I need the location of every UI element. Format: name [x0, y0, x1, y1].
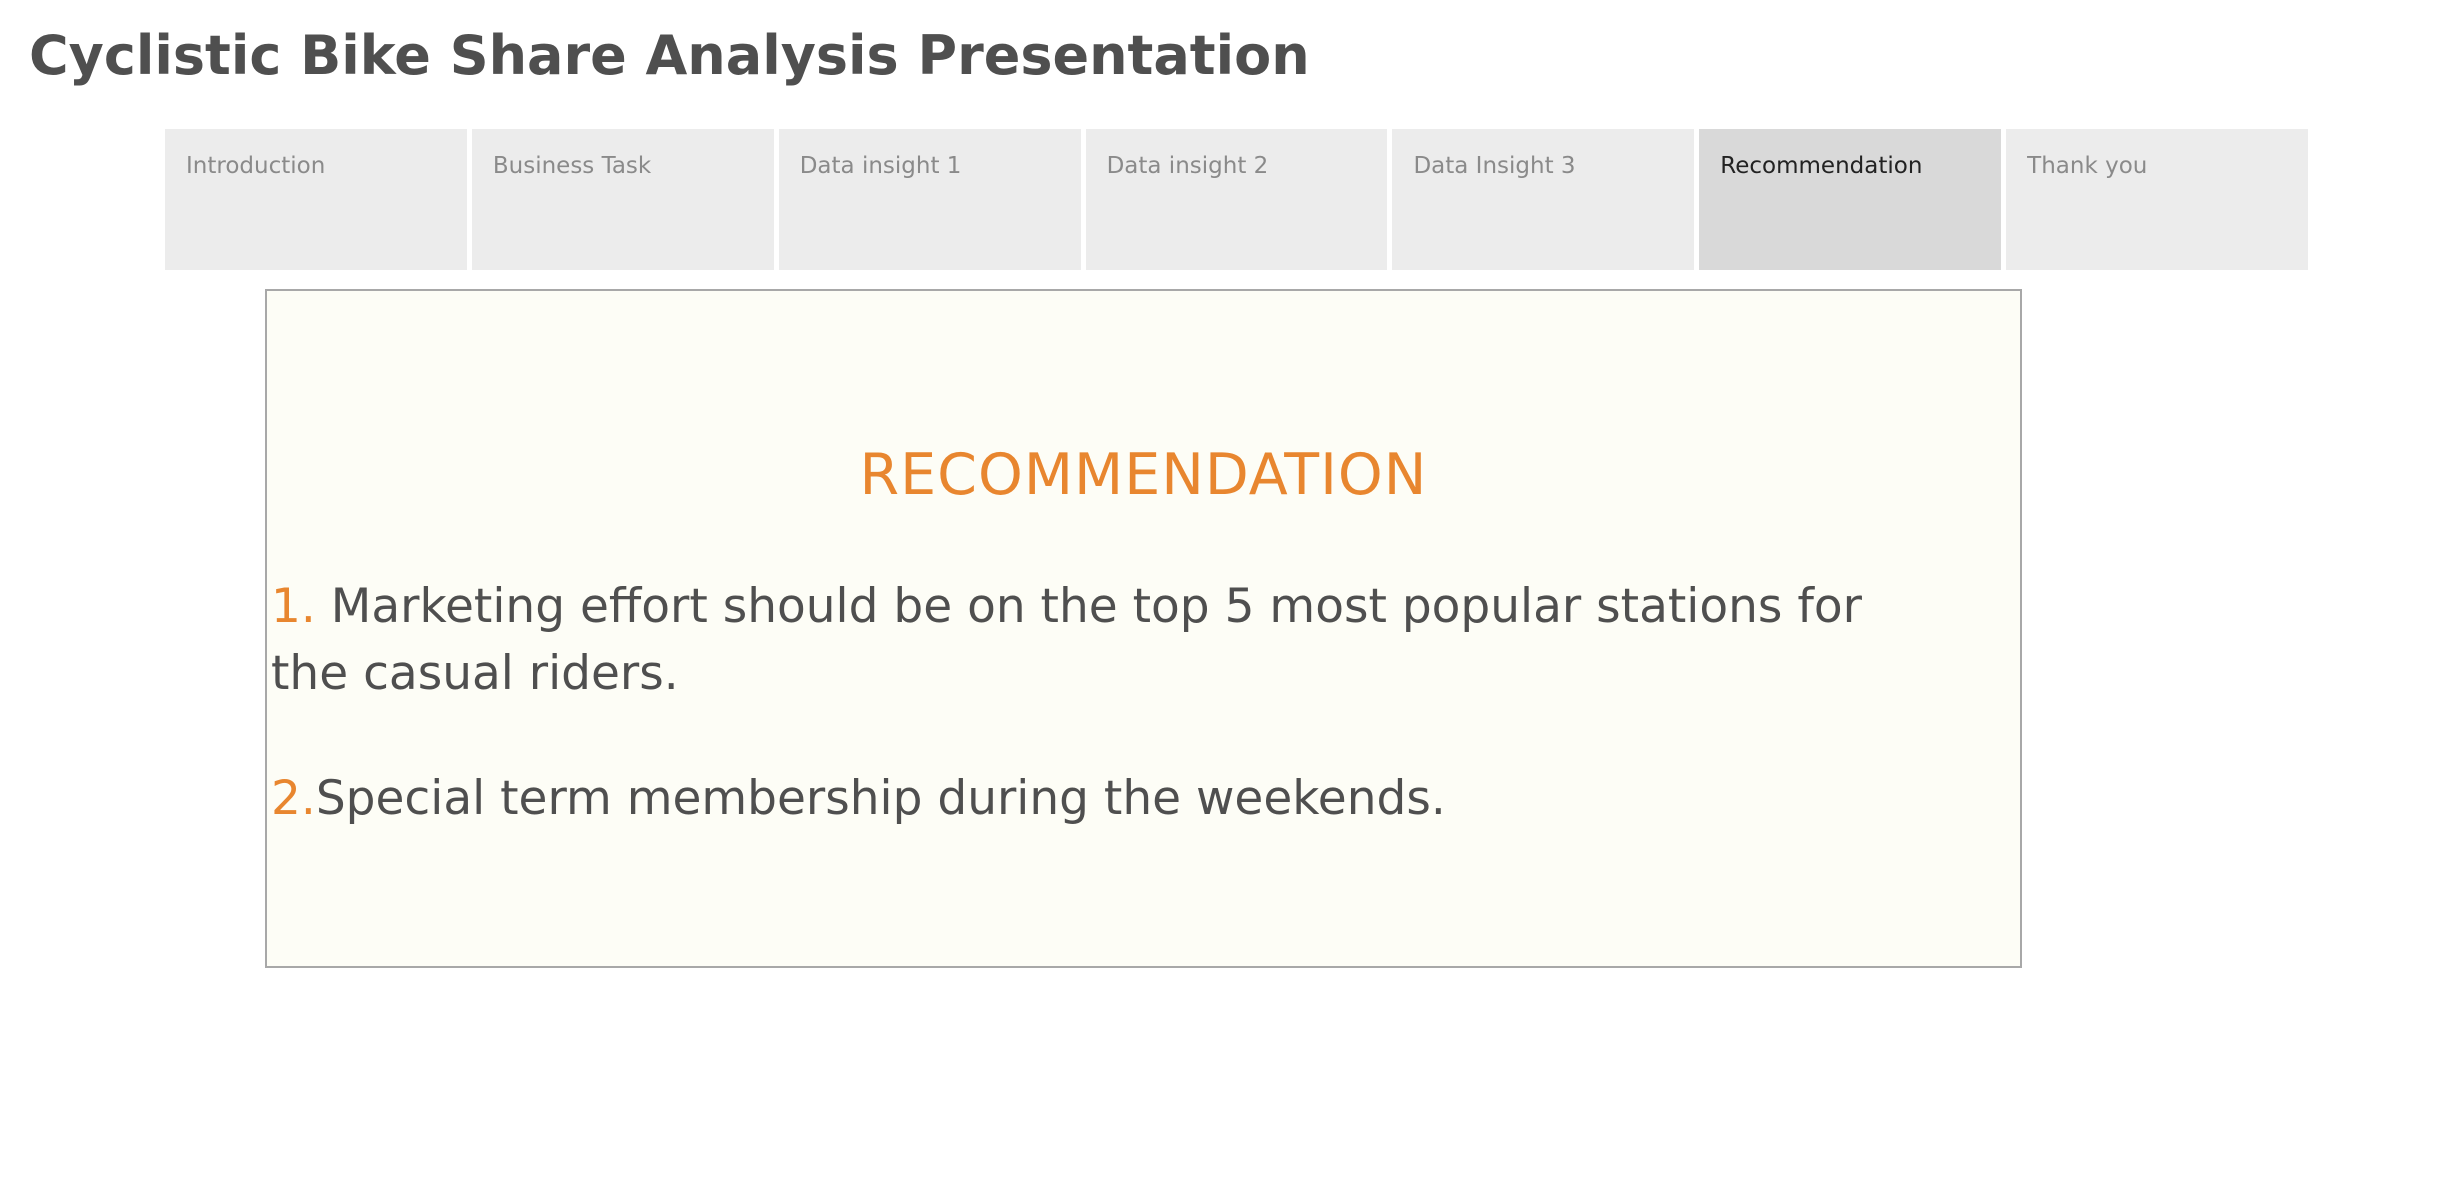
tab-thank-you[interactable]: Thank you	[2006, 129, 2309, 270]
tab-recommendation[interactable]: Recommendation	[1699, 129, 2002, 270]
tab-bar: Introduction Business Task Data insight …	[165, 129, 2309, 270]
page-title: Cyclistic Bike Share Analysis Presentati…	[29, 24, 1310, 87]
panel-heading: RECOMMENDATION	[859, 442, 1428, 508]
tab-data-insight-3[interactable]: Data Insight 3	[1392, 129, 1695, 270]
recommendation-number-1: 1.	[271, 579, 331, 634]
tab-data-insight-2[interactable]: Data insight 2	[1085, 129, 1388, 270]
tab-introduction[interactable]: Introduction	[165, 129, 467, 270]
recommendation-item-2: 2.Special term membership during the wee…	[271, 765, 1930, 832]
recommendation-text-2: Special term membership during the weeke…	[315, 771, 1446, 826]
recommendation-panel: RECOMMENDATION 1. Marketing effort shoul…	[265, 289, 2022, 968]
recommendation-number-2: 2.	[271, 771, 316, 826]
tab-business-task[interactable]: Business Task	[471, 129, 774, 270]
recommendation-text-1: Marketing effort should be on the top 5 …	[271, 579, 1862, 701]
recommendation-item-1: 1. Marketing effort should be on the top…	[271, 573, 1930, 707]
tab-data-insight-1[interactable]: Data insight 1	[778, 129, 1081, 270]
